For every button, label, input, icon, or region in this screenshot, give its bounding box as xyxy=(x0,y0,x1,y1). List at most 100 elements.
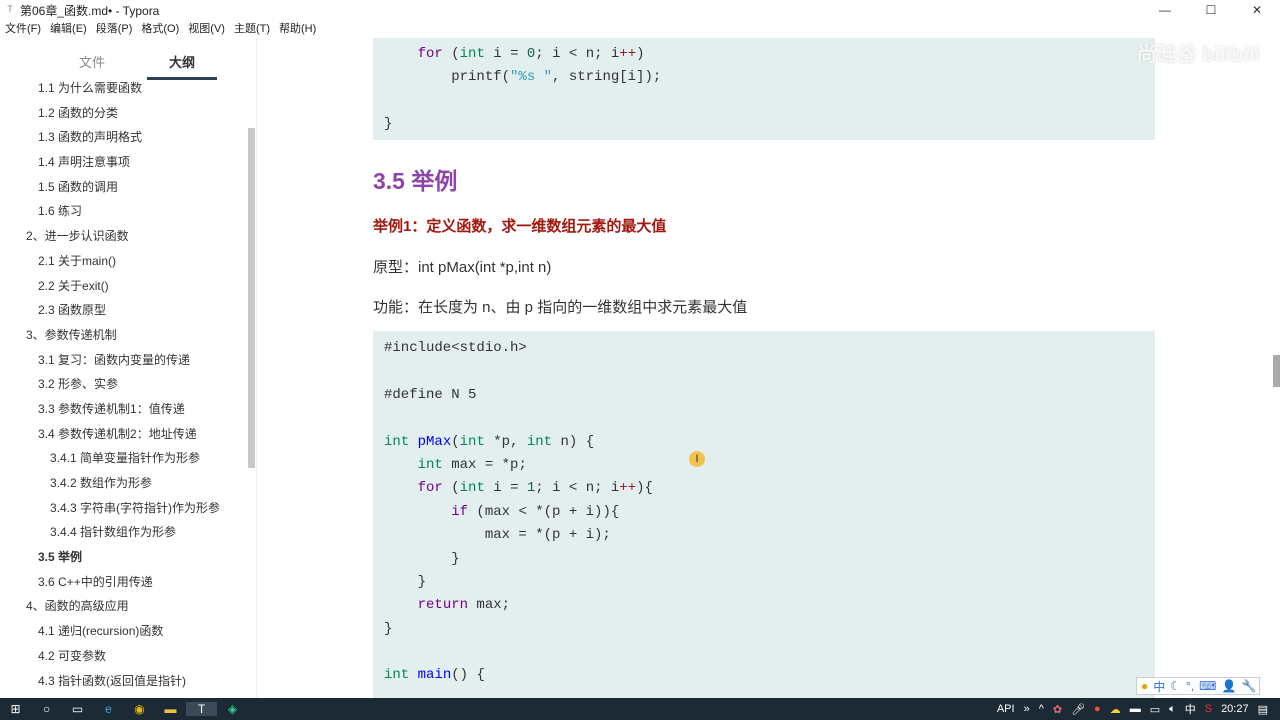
ime-button[interactable]: ☾ xyxy=(1170,679,1181,693)
menu-item[interactable]: 视图(V) xyxy=(183,20,229,38)
code-token: main xyxy=(417,667,452,684)
app-tray-icon[interactable]: ● xyxy=(1094,703,1101,715)
editor[interactable]: for (int i = 0; i < n; i++) printf("%s "… xyxy=(258,38,1268,698)
tray-api[interactable]: API xyxy=(997,703,1015,715)
weather-icon[interactable]: ☁ xyxy=(1110,703,1121,716)
minimize-button[interactable]: — xyxy=(1142,0,1188,20)
code-token: } xyxy=(384,550,460,567)
edge-icon[interactable]: e xyxy=(93,702,124,716)
microphone-icon[interactable]: 🎤︎ xyxy=(1071,703,1085,716)
volume-icon[interactable]: 🔈︎ xyxy=(1169,703,1176,716)
code-line: int main() { xyxy=(384,664,1144,687)
menu-item[interactable]: 段落(P) xyxy=(91,20,137,38)
ime-button[interactable]: ⌨ xyxy=(1199,679,1216,693)
explorer-icon[interactable]: ▬ xyxy=(155,702,186,716)
window-title: 第06章_函数.md• - Typora xyxy=(20,3,160,18)
code-line: } xyxy=(384,548,1144,571)
outline-item[interactable]: 4.2 可变参数 xyxy=(0,644,248,669)
menu-item[interactable]: 文件(F) xyxy=(0,20,45,38)
menu-item[interactable]: 主题(T) xyxy=(229,20,274,38)
code-token: return xyxy=(417,597,469,614)
outline-item[interactable]: 2.1 关于main() xyxy=(0,249,248,274)
outline-item[interactable]: 1.3 函数的声明格式 xyxy=(0,125,248,150)
outline-item[interactable]: 3、参数传递机制 xyxy=(0,323,248,348)
typora-taskbar-icon[interactable]: T xyxy=(186,702,217,716)
outline-item[interactable]: 2.3 函数原型 xyxy=(0,298,248,323)
tray-expand[interactable]: » xyxy=(1024,703,1030,715)
code-block[interactable]: #include<stdio.h> #define N 5 int pMax(int… xyxy=(373,331,1155,698)
code-line: printf("%s ", string[i]); xyxy=(384,66,1144,89)
tray-chevron-icon[interactable]: ^ xyxy=(1039,703,1044,715)
ime-button[interactable]: 👤 xyxy=(1222,679,1237,693)
code-line: return max; xyxy=(384,594,1144,617)
tab-files[interactable]: 文件 xyxy=(37,38,147,80)
ime-button[interactable]: 🔧 xyxy=(1241,679,1256,693)
outline-item[interactable]: 3.4.3 字符串(字符指针)作为形参 xyxy=(0,496,248,521)
start-icon[interactable]: ⊞ xyxy=(0,702,31,716)
network-icon[interactable]: ▭ xyxy=(1150,703,1160,716)
search-icon[interactable]: ○ xyxy=(31,702,62,716)
outline-item[interactable]: 2.2 关于exit() xyxy=(0,274,248,299)
menu-item[interactable]: 格式(O) xyxy=(136,20,183,38)
notification-icon[interactable]: ▤ xyxy=(1258,703,1268,716)
code-line: } xyxy=(384,571,1144,594)
code-block[interactable]: for (int i = 0; i < n; i++) printf("%s "… xyxy=(373,38,1155,140)
app-icon[interactable]: ◈ xyxy=(217,702,248,716)
outline-item[interactable]: 3.4.4 指针数组作为形参 xyxy=(0,520,248,545)
code-token: n) { xyxy=(552,433,595,450)
clock[interactable]: 20:27 xyxy=(1221,703,1249,715)
task-view-icon[interactable]: ▭ xyxy=(62,702,93,716)
battery-icon[interactable]: ▬ xyxy=(1130,703,1141,715)
code-line: #include<stdio.h> xyxy=(384,337,1144,360)
code-token: ; i < n; i xyxy=(535,46,620,62)
tab-outline[interactable]: 大纲 xyxy=(147,38,217,80)
code-token: for xyxy=(417,480,443,497)
outline-item[interactable]: 3.4 参数传递机制2：地址传递 xyxy=(0,422,248,447)
outline-item[interactable]: 1.1 为什么需要函数 xyxy=(0,76,248,101)
close-button[interactable]: ✕ xyxy=(1234,0,1280,20)
code-token: printf( xyxy=(384,69,511,86)
title-bar: T 第06章_函数.md• - Typora — ☐ ✕ xyxy=(0,0,1280,20)
outline-item[interactable]: 1.2 函数的分类 xyxy=(0,101,248,126)
outline-item[interactable]: 3.5 举例 xyxy=(0,545,248,570)
code-token: ){ xyxy=(636,480,653,497)
outline-item[interactable]: 3.6 C++中的引用传递 xyxy=(0,570,248,595)
ime-toolbar[interactable]: ● 中 ☾ °, ⌨ 👤 🔧 xyxy=(1136,677,1260,695)
code-token: int xyxy=(526,433,553,450)
outline-item[interactable]: 1.4 声明注意事项 xyxy=(0,150,248,175)
example-title: 举例1：定义函数，求一维数组元素的最大值 xyxy=(373,218,667,235)
code-line: } xyxy=(384,113,1144,136)
maximize-button[interactable]: ☐ xyxy=(1188,0,1234,20)
outline-item[interactable]: 4.3 指针函数(返回值是指针) xyxy=(0,669,248,694)
menu-item[interactable]: 帮助(H) xyxy=(274,20,320,38)
input-language[interactable]: 中 xyxy=(1185,701,1196,717)
code-token: int xyxy=(417,456,443,473)
flower-icon[interactable]: ✿ xyxy=(1053,703,1062,716)
code-token: max = *(p + i); xyxy=(384,527,611,544)
outline-item[interactable]: 3.3 参数传递机制1：值传递 xyxy=(0,397,248,422)
menu-item[interactable]: 编辑(E) xyxy=(45,20,91,38)
outline-item[interactable]: 3.1 复习：函数内变量的传递 xyxy=(0,348,248,373)
code-token: ( xyxy=(451,433,460,450)
editor-scrollbar[interactable] xyxy=(1273,355,1280,387)
sogou-icon[interactable]: S xyxy=(1205,703,1212,715)
sidebar-scrollbar[interactable] xyxy=(248,128,255,468)
ime-button[interactable]: 中 xyxy=(1153,678,1165,695)
outline-item[interactable]: 3.4.1 简单变量指针作为形参 xyxy=(0,446,248,471)
outline-item[interactable]: 1.6 练习 xyxy=(0,199,248,224)
outline-item[interactable]: 2、进一步认识函数 xyxy=(0,224,248,249)
outline-item[interactable]: 3.2 形参、实参 xyxy=(0,372,248,397)
outline-item[interactable]: 4、函数的高级应用 xyxy=(0,594,248,619)
outline-item[interactable]: 1.5 函数的调用 xyxy=(0,175,248,200)
code-token: int xyxy=(459,433,485,450)
chrome-icon[interactable]: ◉ xyxy=(124,702,155,716)
code-token: if xyxy=(451,503,469,520)
outline-item[interactable]: 3.4.2 数组作为形参 xyxy=(0,471,248,496)
code-token: ( xyxy=(442,480,460,497)
code-token: max = *p; xyxy=(442,456,527,473)
outline-item[interactable]: 4.1 递归(recursion)函数 xyxy=(0,619,248,644)
ime-button[interactable]: °, xyxy=(1186,679,1194,693)
